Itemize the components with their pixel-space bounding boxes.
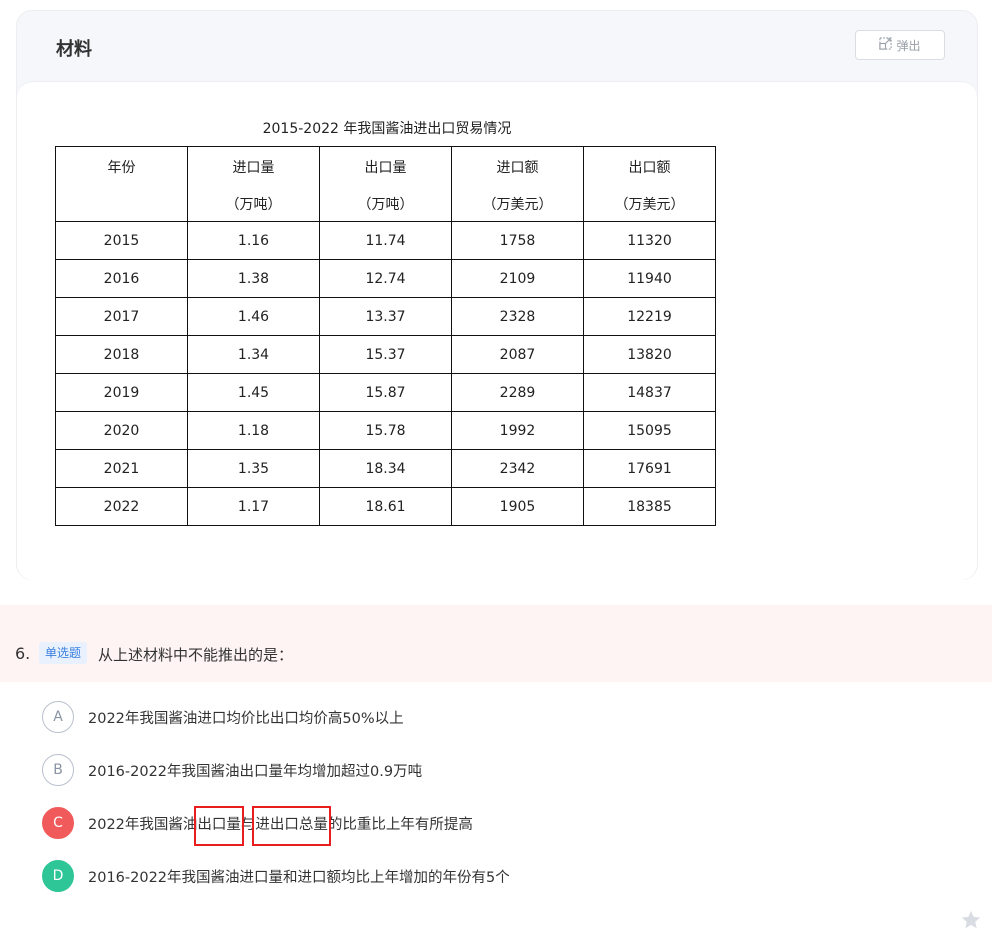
table-cell: 2016 [55,259,188,298]
table-cell: 1.18 [187,411,320,450]
table-cell: 1.46 [187,297,320,336]
question-stem: 从上述材料中不能推出的是： [98,646,294,664]
table-cell: 11320 [583,221,716,260]
table-cell: 15095 [583,411,716,450]
question-number: 6. [15,644,31,663]
table-cell: 1.45 [187,373,320,412]
option-b-text: 2016-2022年我国酱油出口量年均增加超过0.9万吨 [88,763,423,780]
table-cell: 2109 [451,259,584,298]
table-row: 2018 1.34 15.37 2087 13820 [55,335,716,374]
table-cell: 1758 [451,221,584,260]
table-row: 2020 1.18 15.78 1992 15095 [55,411,716,450]
option-a-text: 2022年我国酱油进口均价比出口均价高50%以上 [88,710,404,727]
table-cell: 2289 [451,373,584,412]
table-row: 2017 1.46 13.37 2328 12219 [55,297,716,336]
table-cell: 2087 [451,335,584,374]
table-cell: 18.61 [319,487,452,526]
table-row: 2016 1.38 12.74 2109 11940 [55,259,716,298]
table-cell: 11940 [583,259,716,298]
table-cell: 2342 [451,449,584,488]
table-cell: 11.74 [319,221,452,260]
option-a-circle[interactable]: A [42,701,74,733]
option-c-text-pre: 2022年我国酱油 [88,816,198,833]
table-cell: 2017 [55,297,188,336]
table-header-cell: 进口量 （万吨） [187,146,320,222]
table-cell: 15.87 [319,373,452,412]
table-row: 2019 1.45 15.87 2289 14837 [55,373,716,412]
option-c[interactable]: C 2022年我国酱油出口量与进出口总量的比重比上年有所提高 [42,806,473,840]
table-cell: 1.34 [187,335,320,374]
table-cell: 15.78 [319,411,452,450]
material-title: 材料 [56,39,92,60]
table-cell: 1.16 [187,221,320,260]
option-b[interactable]: B 2016-2022年我国酱油出口量年均增加超过0.9万吨 [42,753,422,787]
material-card: 材料 弹出 2015-2022 年我国酱油进出口贸易情况 年份 进口量 （万吨） … [16,10,978,580]
popout-button[interactable]: 弹出 [855,30,945,60]
table-cell: 18.34 [319,449,452,488]
table-cell: 2019 [55,373,188,412]
table-cell: 2015 [55,221,188,260]
option-b-circle[interactable]: B [42,754,74,786]
table-row: 2015 1.16 11.74 1758 11320 [55,221,716,260]
table-cell: 15.37 [319,335,452,374]
table-cell: 1.38 [187,259,320,298]
table-cell: 2328 [451,297,584,336]
table-header-cell: 出口量 （万吨） [319,146,452,222]
popout-icon [879,37,893,53]
table-cell: 13.37 [319,297,452,336]
question-header: 6. 单选题 从上述材料中不能推出的是： [0,605,992,682]
table-cell: 2022 [55,487,188,526]
popout-label: 弹出 [896,38,921,53]
option-c-text-post: 的比重比上年有所提高 [327,816,473,833]
table-cell: 2018 [55,335,188,374]
table-cell: 12219 [583,297,716,336]
data-table: 年份 进口量 （万吨） 出口量 （万吨） 进口额 （万美元） 出口额 （万美元） 201… [55,146,716,526]
highlight-box-total-volume: 进出口总量 [255,816,328,833]
table-cell: 18385 [583,487,716,526]
table-header-row: 年份 进口量 （万吨） 出口量 （万吨） 进口额 （万美元） 出口额 （万美元） [55,146,716,222]
table-caption: 2015-2022 年我国酱油进出口贸易情况 [262,121,512,137]
table-cell: 14837 [583,373,716,412]
table-cell: 1905 [451,487,584,526]
option-d-circle-correct[interactable]: D [42,860,74,892]
star-icon[interactable] [960,909,982,931]
option-a[interactable]: A 2022年我国酱油进口均价比出口均价高50%以上 [42,700,404,734]
option-c-circle-selected-wrong[interactable]: C [42,807,74,839]
table-cell: 1.17 [187,487,320,526]
table-cell: 2020 [55,411,188,450]
table-header-cell: 进口额 （万美元） [451,146,584,222]
highlight-box-export-volume: 出口量 [197,816,241,833]
table-cell: 13820 [583,335,716,374]
table-cell: 17691 [583,449,716,488]
table-cell: 12.74 [319,259,452,298]
table-header-cell: 年份 [55,146,188,222]
table-row: 2021 1.35 18.34 2342 17691 [55,449,716,488]
table-row: 2022 1.17 18.61 1905 18385 [55,487,716,526]
option-d-text: 2016-2022年我国酱油进口量和进口额均比上年增加的年份有5个 [88,869,510,886]
question-type-badge: 单选题 [39,642,88,664]
table-header-cell: 出口额 （万美元） [583,146,716,222]
table-cell: 1992 [451,411,584,450]
option-c-text: 2022年我国酱油出口量与进出口总量的比重比上年有所提高 [88,813,473,834]
table-cell: 1.35 [187,449,320,488]
option-d[interactable]: D 2016-2022年我国酱油进口量和进口额均比上年增加的年份有5个 [42,859,510,893]
table-cell: 2021 [55,449,188,488]
material-content: 2015-2022 年我国酱油进出口贸易情况 年份 进口量 （万吨） 出口量 （万吨… [17,81,977,580]
